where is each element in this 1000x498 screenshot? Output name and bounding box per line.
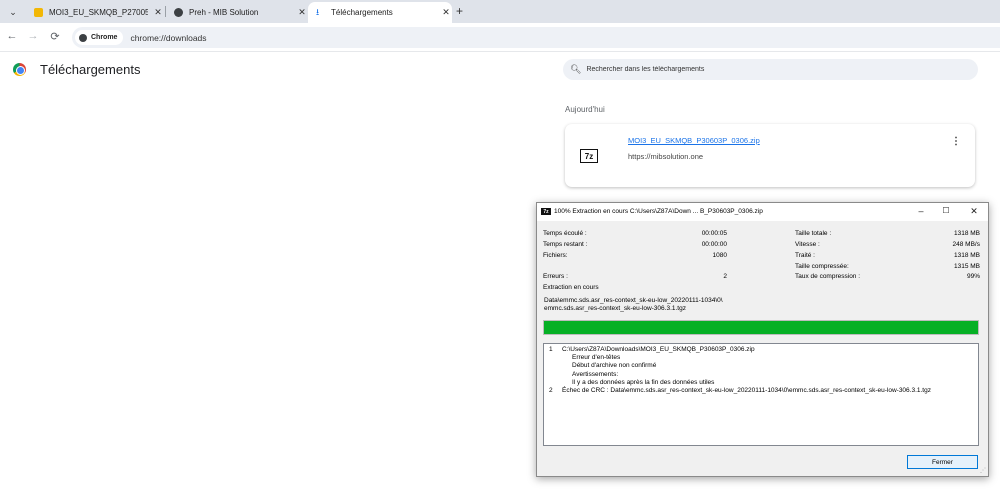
log-text: Échec de CRC : Data\emmc.sds.asr_res-con… [562, 387, 931, 395]
tab-title: Téléchargements [331, 8, 393, 17]
log-number: 2 [549, 387, 553, 395]
log-text: Erreur d'en-têtes [572, 354, 621, 362]
log-row: 2 Échec de CRC : Data\emmc.sds.asr_res-co… [548, 387, 974, 395]
reload-icon[interactable]: ⟳ [48, 30, 62, 43]
total-size-label: Taille totale : [795, 230, 832, 237]
chrome-logo-icon [13, 63, 26, 76]
errors-label: Erreurs : [543, 273, 568, 280]
page-title: Téléchargements [40, 62, 141, 77]
log-row: Erreur d'en-têtes [548, 354, 974, 362]
dialog-title: 100% Extraction en cours C:\Users\Z87A\D… [554, 208, 763, 215]
new-tab-icon[interactable]: + [456, 4, 463, 18]
tab-downloads[interactable]: ⭳ Téléchargements ✕ [308, 2, 452, 23]
processed-label: Traité : [795, 252, 815, 259]
url-text[interactable]: chrome://downloads [130, 33, 206, 43]
remaining-time-label: Temps restant : [543, 241, 588, 248]
close-button[interactable]: Fermer [907, 455, 978, 469]
compressed-size-label: Taille compressée: [795, 263, 849, 270]
search-icon: 🔍︎ [570, 64, 582, 74]
current-path-line: emmc.sds.asr_res-context_sk-eu-low-306.3… [544, 305, 686, 312]
close-tab-icon[interactable]: ✕ [152, 7, 164, 18]
globe-favicon-icon [174, 8, 183, 17]
log-row: Avertissements: [548, 371, 974, 379]
log-text: C:\Users\Z87A\Downloads\MOI3_EU_SKMQB_P3… [562, 346, 755, 353]
log-row: Il y a des données après la fin des donn… [548, 379, 974, 387]
toolbar: ← → ⟳ Chrome chrome://downloads [0, 23, 1000, 52]
download-filename-link[interactable]: MOI3_EU_SKMQB_P30603P_0306.zip [628, 136, 760, 145]
chip-label: Chrome [91, 34, 118, 41]
tab-search-chevron-icon[interactable]: ⌄ [6, 5, 20, 19]
processed-value: 1318 MB [953, 252, 980, 259]
log-number [548, 371, 562, 379]
log-number [548, 354, 562, 362]
tab-title: Preh - MIB Solution [189, 8, 259, 17]
files-label: Fichiers: [543, 252, 568, 259]
download-item: 7z MOI3_EU_SKMQB_P30603P_0306.zip https:… [565, 124, 975, 187]
log-number [548, 362, 562, 370]
log-text: Avertissements: [572, 370, 619, 378]
log-row: Début d'archive non confirmé [548, 362, 974, 370]
progress-bar [543, 320, 979, 335]
dialog-titlebar[interactable]: 7z 100% Extraction en cours C:\Users\Z87… [537, 203, 988, 221]
tab-mib-solution[interactable]: Preh - MIB Solution ✕ [166, 2, 308, 23]
compressed-size-value: 1315 MB [953, 263, 980, 270]
chrome-security-chip[interactable]: Chrome [75, 30, 124, 45]
tab-moi3-firmware[interactable]: MOI3_EU_SKMQB_P27005P firm ✕ [26, 2, 164, 23]
current-path-line: Data\emmc.sds.asr_res-context_sk-eu-low_… [544, 297, 723, 304]
back-arrow-icon[interactable]: ← [5, 30, 19, 42]
tab-title: MOI3_EU_SKMQB_P27005P firm [49, 8, 148, 17]
total-size-value: 1318 MB [953, 230, 980, 237]
extraction-dialog: 7z 100% Extraction en cours C:\Users\Z87… [536, 202, 989, 477]
search-input[interactable] [586, 66, 967, 73]
download-favicon-icon: ⭳ [316, 7, 320, 17]
7zip-app-icon: 7z [541, 208, 551, 215]
folder-favicon-icon [34, 8, 43, 17]
minimize-icon[interactable]: – [914, 206, 928, 216]
resize-grip-icon[interactable]: ⋰ [980, 467, 986, 474]
files-value: 1080 [712, 252, 727, 259]
errors-value: 2 [723, 273, 727, 280]
log-text: Il y a des données après la fin des donn… [572, 378, 715, 386]
search-downloads[interactable]: 🔍︎ [563, 59, 978, 80]
log-number: 1 [549, 346, 553, 353]
progress-fill [544, 321, 978, 334]
remaining-time-value: 00:00:00 [701, 241, 727, 248]
compression-ratio-value: 99% [966, 273, 980, 280]
tab-strip: ⌄ MOI3_EU_SKMQB_P27005P firm ✕ Preh - MI… [0, 0, 1000, 23]
7zip-file-icon: 7z [580, 149, 598, 163]
current-file-path: Data\emmc.sds.asr_res-context_sk-eu-low_… [544, 297, 844, 313]
forward-arrow-icon[interactable]: → [26, 30, 40, 42]
date-section-header: Aujourd'hui [565, 105, 605, 114]
download-source-url: https://mibsolution.one [628, 152, 704, 161]
elapsed-time-label: Temps écoulé : [543, 230, 587, 237]
maximize-icon[interactable]: ☐ [939, 206, 953, 215]
close-tab-icon[interactable]: ✕ [296, 7, 308, 18]
close-tab-icon[interactable]: ✕ [440, 7, 452, 18]
chrome-logo-icon [79, 33, 87, 42]
speed-label: Vitesse : [795, 241, 820, 248]
log-text: Début d'archive non confirmé [572, 362, 657, 370]
log-number [548, 379, 562, 387]
log-row: 1 C:\Users\Z87A\Downloads\MOI3_EU_SKMQB_P… [548, 346, 974, 354]
close-window-icon[interactable]: ✕ [967, 206, 981, 217]
message-log[interactable]: 1 C:\Users\Z87A\Downloads\MOI3_EU_SKMQB_P… [543, 343, 979, 446]
compression-ratio-label: Taux de compression : [795, 273, 861, 280]
address-bar[interactable]: Chrome chrome://downloads [72, 27, 1000, 48]
elapsed-time-value: 00:00:05 [701, 230, 727, 237]
speed-value: 248 MB/s [952, 241, 980, 248]
more-actions-icon[interactable]: ⋮ [951, 136, 961, 147]
status-text: Extraction en cours [543, 284, 599, 291]
